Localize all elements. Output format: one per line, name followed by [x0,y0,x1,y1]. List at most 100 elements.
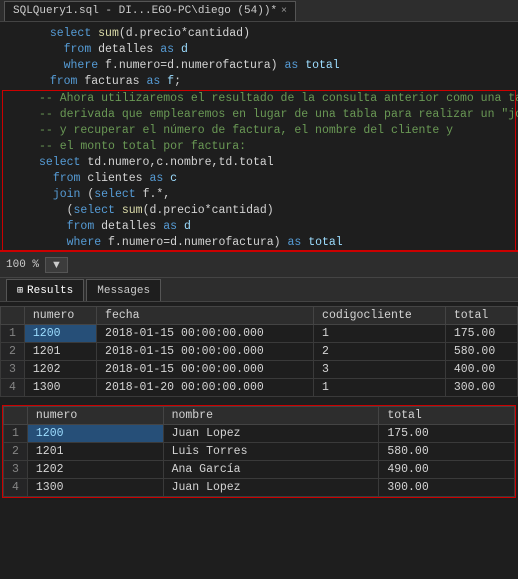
zoom-dropdown-button[interactable]: ▼ [45,257,68,273]
result-table-1-wrap: numero fecha codigocliente total 1 1200 … [0,302,518,401]
cell-total: 490.00 [379,461,515,479]
title-bar: SQLQuery1.sql - DI...EGO-PC\diego (54))*… [0,0,518,22]
results-icon: ⊞ [17,285,23,297]
row-number: 4 [4,479,28,497]
cell-total: 580.00 [445,343,517,361]
cell-fecha: 2018-01-20 00:00:00.000 [97,379,314,397]
editor-tab[interactable]: SQLQuery1.sql - DI...EGO-PC\diego (54))*… [4,1,296,21]
line-content: -- Ahora utilizaremos el resultado de la… [39,91,518,107]
code-line: select td.numero,c.nombre,td.total [3,155,515,171]
line-content: where f.numero=d.numerofactura) as total [36,58,514,74]
code-line: from facturas as f; [0,74,518,90]
cell-fecha: 2018-01-15 00:00:00.000 [97,343,314,361]
cell-numero: 1201 [24,343,96,361]
table-header-row: numero fecha codigocliente total [1,307,518,325]
table-row: 3 1202 2018-01-15 00:00:00.000 3 400.00 [1,361,518,379]
code-lines-top: select sum(d.precio*cantidad) from detal… [0,26,518,90]
line-content: select td.numero,c.nombre,td.total [39,155,511,171]
cell-numero: 1200 [24,325,96,343]
code-line: where f.numero=d.numerofactura) as total [3,235,515,251]
row-number: 2 [1,343,25,361]
code-line: (select sum(d.precio*cantidad) [3,203,515,219]
code-line: from detalles as d [0,42,518,58]
cell-total: 300.00 [445,379,517,397]
code-line: from clientes as c [3,171,515,187]
messages-tab-label: Messages [97,285,150,297]
code-line: from facturas as f) as td [3,251,515,252]
line-content: -- derivada que emplearemos en lugar de … [39,107,518,123]
col-codigocliente: codigocliente [314,307,446,325]
cell-numero: 1201 [27,443,163,461]
line-content: join (select f.*, [39,187,511,203]
cell-nombre: Juan Lopez [163,425,379,443]
close-icon[interactable]: × [281,6,287,17]
cell-codigocliente: 1 [314,325,446,343]
cell-codigocliente: 1 [314,379,446,397]
line-content: where f.numero=d.numerofactura) as total [39,235,511,251]
cell-total: 175.00 [379,425,515,443]
toolbar: 100 % ▼ [0,252,518,278]
code-editor: select sum(d.precio*cantidad) from detal… [0,22,518,252]
result-table-1: numero fecha codigocliente total 1 1200 … [0,306,518,397]
col-rownum [4,407,28,425]
col-numero: numero [24,307,96,325]
table-row: 3 1202 Ana García 490.00 [4,461,515,479]
col-rownum [1,307,25,325]
col-fecha: fecha [97,307,314,325]
tab-label: SQLQuery1.sql - DI...EGO-PC\diego (54))* [13,5,277,17]
line-content: from clientes as c [39,171,511,187]
line-content: -- y recuperar el número de factura, el … [39,123,511,139]
code-line: join (select f.*, [3,187,515,203]
table-row: 2 1201 Luis Torres 580.00 [4,443,515,461]
line-content: (select sum(d.precio*cantidad) [39,203,511,219]
cell-total: 580.00 [379,443,515,461]
col-total: total [379,407,515,425]
code-line: from detalles as d [3,219,515,235]
zoom-level: 100 % [6,259,39,271]
cell-total: 175.00 [445,325,517,343]
code-line: -- el monto total por factura: [3,139,515,155]
cell-codigocliente: 3 [314,361,446,379]
row-number: 1 [1,325,25,343]
tab-messages[interactable]: Messages [86,279,161,301]
cell-numero: 1300 [27,479,163,497]
result-table-2: numero nombre total 1 1200 Juan Lopez 17… [3,406,515,497]
row-number: 3 [1,361,25,379]
col-total: total [445,307,517,325]
code-line: -- y recuperar el número de factura, el … [3,123,515,139]
line-content: from detalles as d [36,42,514,58]
code-line: -- derivada que emplearemos en lugar de … [3,107,515,123]
row-number: 1 [4,425,28,443]
results-tab-label: Results [27,285,73,297]
cell-numero: 1200 [27,425,163,443]
result-tabs: ⊞ Results Messages [0,278,518,302]
row-number: 3 [4,461,28,479]
table-row: 4 1300 Juan Lopez 300.00 [4,479,515,497]
cell-numero: 1202 [27,461,163,479]
table-row: 4 1300 2018-01-20 00:00:00.000 1 300.00 [1,379,518,397]
table-header-row: numero nombre total [4,407,515,425]
cell-numero: 1202 [24,361,96,379]
cell-codigocliente: 2 [314,343,446,361]
table-row: 2 1201 2018-01-15 00:00:00.000 2 580.00 [1,343,518,361]
highlighted-code-block: -- Ahora utilizaremos el resultado de la… [2,90,516,252]
cell-fecha: 2018-01-15 00:00:00.000 [97,325,314,343]
result-table-2-wrap: numero nombre total 1 1200 Juan Lopez 17… [2,405,516,498]
tab-results[interactable]: ⊞ Results [6,279,84,301]
code-line: where f.numero=d.numerofactura) as total [0,58,518,74]
line-content: -- el monto total por factura: [39,139,511,155]
row-number: 4 [1,379,25,397]
row-number: 2 [4,443,28,461]
code-line: -- Ahora utilizaremos el resultado de la… [3,91,515,107]
code-line: select sum(d.precio*cantidad) [0,26,518,42]
col-nombre: nombre [163,407,379,425]
cell-total: 400.00 [445,361,517,379]
col-numero: numero [27,407,163,425]
table-row: 1 1200 2018-01-15 00:00:00.000 1 175.00 [1,325,518,343]
cell-fecha: 2018-01-15 00:00:00.000 [97,361,314,379]
cell-numero: 1300 [24,379,96,397]
cell-nombre: Juan Lopez [163,479,379,497]
cell-nombre: Ana García [163,461,379,479]
line-content: from facturas as f; [36,74,514,90]
line-content: select sum(d.precio*cantidad) [36,26,514,42]
